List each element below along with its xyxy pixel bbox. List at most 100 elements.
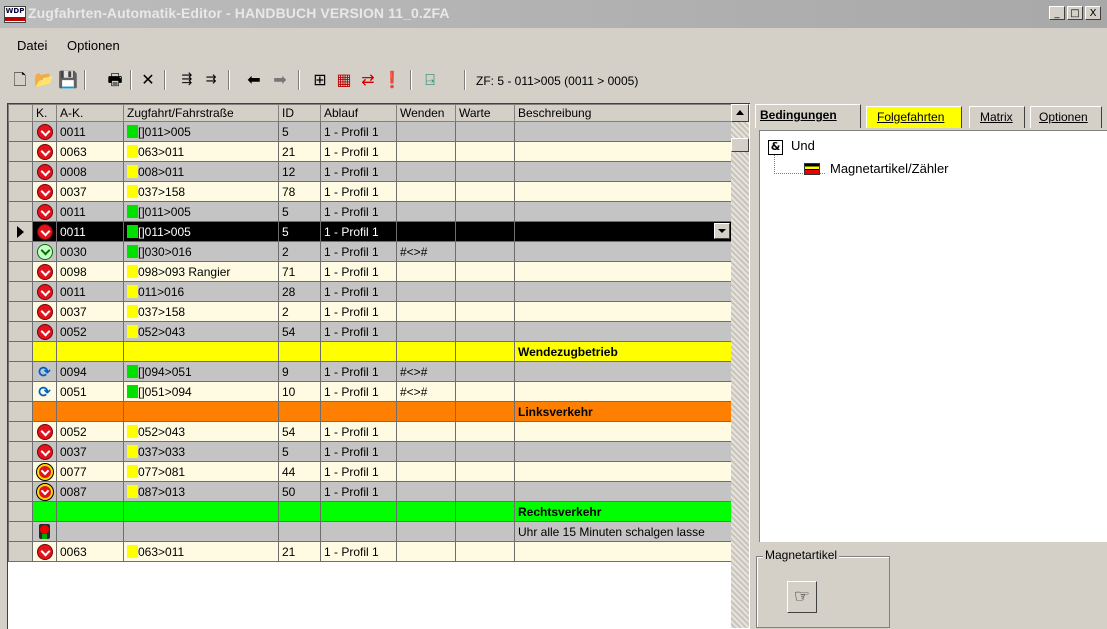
app-icon[interactable]: WDP (4, 6, 26, 23)
cell-id[interactable]: 21 (278, 141, 321, 162)
cell-warte[interactable] (455, 421, 515, 442)
dropdown-button[interactable] (714, 223, 730, 239)
cell-k[interactable] (32, 321, 57, 342)
cell-beschreibung[interactable]: Linksverkehr (514, 401, 733, 422)
table-row[interactable]: 0063 063>011 21 1 - Profil 1 (8, 141, 733, 162)
table-row[interactable]: 0030 []030>016 2 1 - Profil 1 #<># (8, 241, 733, 262)
cell-warte[interactable] (455, 201, 515, 222)
tab-optionen[interactable]: Optionen (1030, 106, 1102, 128)
zugfahrten-grid[interactable]: K. A-K. Zugfahrt/Fahrstraße ID Ablauf We… (7, 103, 750, 629)
cell-ak[interactable]: 0011 (56, 121, 124, 142)
cell-ablauf[interactable]: 1 - Profil 1 (320, 481, 397, 502)
cell-ak[interactable] (56, 521, 124, 542)
cell-wenden[interactable] (396, 461, 456, 482)
cell-ak[interactable]: 0098 (56, 261, 124, 282)
cell-wenden[interactable] (396, 201, 456, 222)
cell-beschreibung[interactable]: Wendezugbetrieb (514, 341, 733, 362)
cell-k[interactable] (32, 241, 57, 262)
cell-beschreibung[interactable] (514, 201, 733, 222)
cell-beschreibung[interactable]: Rechtsverkehr (514, 501, 733, 522)
cell-beschreibung[interactable]: Uhr alle 15 Minuten schalgen lasse (514, 521, 733, 542)
cell-ak[interactable]: 0052 (56, 321, 124, 342)
cell-ablauf[interactable] (320, 501, 397, 522)
row-indicator[interactable] (8, 201, 33, 222)
scrollbar-thumb[interactable] (731, 138, 749, 152)
cell-ak[interactable]: 0011 (56, 221, 124, 242)
cell-k[interactable] (32, 401, 57, 422)
table-row[interactable]: 0011 []011>005 5 1 - Profil 1 (8, 201, 733, 222)
cell-beschreibung[interactable] (514, 121, 733, 142)
open-folder-icon[interactable]: 📂 (34, 70, 54, 90)
section-row[interactable]: Wendezugbetrieb (8, 341, 733, 362)
cell-warte[interactable] (455, 281, 515, 302)
delete-icon[interactable]: ✕ (138, 70, 158, 90)
menu-optionen[interactable]: Optionen (67, 38, 120, 53)
append-row-icon[interactable]: ⇉ (201, 70, 221, 90)
cell-zugfahrt[interactable]: []030>016 (123, 241, 279, 262)
magnetartikel-button[interactable]: ☞ (787, 581, 817, 613)
cell-warte[interactable] (455, 441, 515, 462)
header-beschreibung[interactable]: Beschreibung (514, 104, 733, 122)
tab-bedingungen[interactable]: Bedingungen (755, 104, 861, 128)
cell-id[interactable]: 5 (278, 201, 321, 222)
cell-zugfahrt[interactable]: []051>094 (123, 381, 279, 402)
arrow-left-icon[interactable]: ⬅ (244, 70, 264, 90)
row-indicator[interactable] (8, 481, 33, 502)
exit-icon[interactable]: ⍈ (420, 70, 440, 90)
cell-ablauf[interactable]: 1 - Profil 1 (320, 201, 397, 222)
cell-warte[interactable] (455, 161, 515, 182)
cell-k[interactable]: ⟳ (32, 361, 57, 382)
cell-beschreibung[interactable] (514, 241, 733, 262)
cell-beschreibung[interactable] (514, 181, 733, 202)
cell-wenden[interactable] (396, 521, 456, 542)
cell-warte[interactable] (455, 401, 515, 422)
cell-wenden[interactable] (396, 261, 456, 282)
cell-beschreibung[interactable] (514, 161, 733, 182)
cell-ablauf[interactable]: 1 - Profil 1 (320, 321, 397, 342)
cell-k[interactable] (32, 521, 57, 542)
header-k[interactable]: K. (32, 104, 57, 122)
cell-beschreibung[interactable] (514, 441, 733, 462)
cell-zugfahrt[interactable]: []011>005 (123, 201, 279, 222)
cell-ak[interactable] (56, 501, 124, 522)
cell-zugfahrt[interactable]: 098>093 Rangier (123, 261, 279, 282)
row-indicator[interactable] (8, 161, 33, 182)
cell-wenden[interactable]: #<># (396, 361, 456, 382)
cell-zugfahrt[interactable]: 037>158 (123, 301, 279, 322)
cell-id[interactable]: 78 (278, 181, 321, 202)
cell-id[interactable]: 2 (278, 301, 321, 322)
cell-id[interactable]: 44 (278, 461, 321, 482)
cell-wenden[interactable] (396, 501, 456, 522)
cell-id[interactable]: 54 (278, 421, 321, 442)
cell-zugfahrt[interactable] (123, 521, 279, 542)
maximize-button[interactable]: □ (1067, 6, 1083, 20)
row-indicator[interactable] (8, 441, 33, 462)
table-row[interactable]: Uhr alle 15 Minuten schalgen lasse (8, 521, 733, 542)
header-warte[interactable]: Warte (455, 104, 515, 122)
cell-warte[interactable] (455, 361, 515, 382)
cell-ablauf[interactable]: 1 - Profil 1 (320, 381, 397, 402)
header-ak[interactable]: A-K. (56, 104, 124, 122)
row-indicator[interactable] (8, 501, 33, 522)
arrow-right-icon[interactable]: ➡ (270, 70, 290, 90)
table-row[interactable]: 0011 []011>005 5 1 - Profil 1 (8, 221, 733, 242)
table-row[interactable]: 0063 063>011 21 1 - Profil 1 (8, 541, 733, 562)
cell-k[interactable] (32, 301, 57, 322)
section-row[interactable]: Linksverkehr (8, 401, 733, 422)
cell-id[interactable]: 54 (278, 321, 321, 342)
cell-k[interactable] (32, 261, 57, 282)
cell-zugfahrt[interactable] (123, 341, 279, 362)
cell-warte[interactable] (455, 181, 515, 202)
cell-k[interactable] (32, 341, 57, 362)
cell-ak[interactable]: 0063 (56, 541, 124, 562)
cell-beschreibung[interactable] (514, 281, 733, 302)
row-indicator[interactable] (8, 141, 33, 162)
cell-zugfahrt[interactable]: 063>011 (123, 141, 279, 162)
cell-zugfahrt[interactable] (123, 501, 279, 522)
cell-ak[interactable]: 0077 (56, 461, 124, 482)
table-row[interactable]: 0011 011>016 28 1 - Profil 1 (8, 281, 733, 302)
cell-wenden[interactable] (396, 141, 456, 162)
header-ablauf[interactable]: Ablauf (320, 104, 397, 122)
swap-icon[interactable]: ⇄ (358, 70, 378, 90)
cell-ak[interactable]: 0037 (56, 441, 124, 462)
